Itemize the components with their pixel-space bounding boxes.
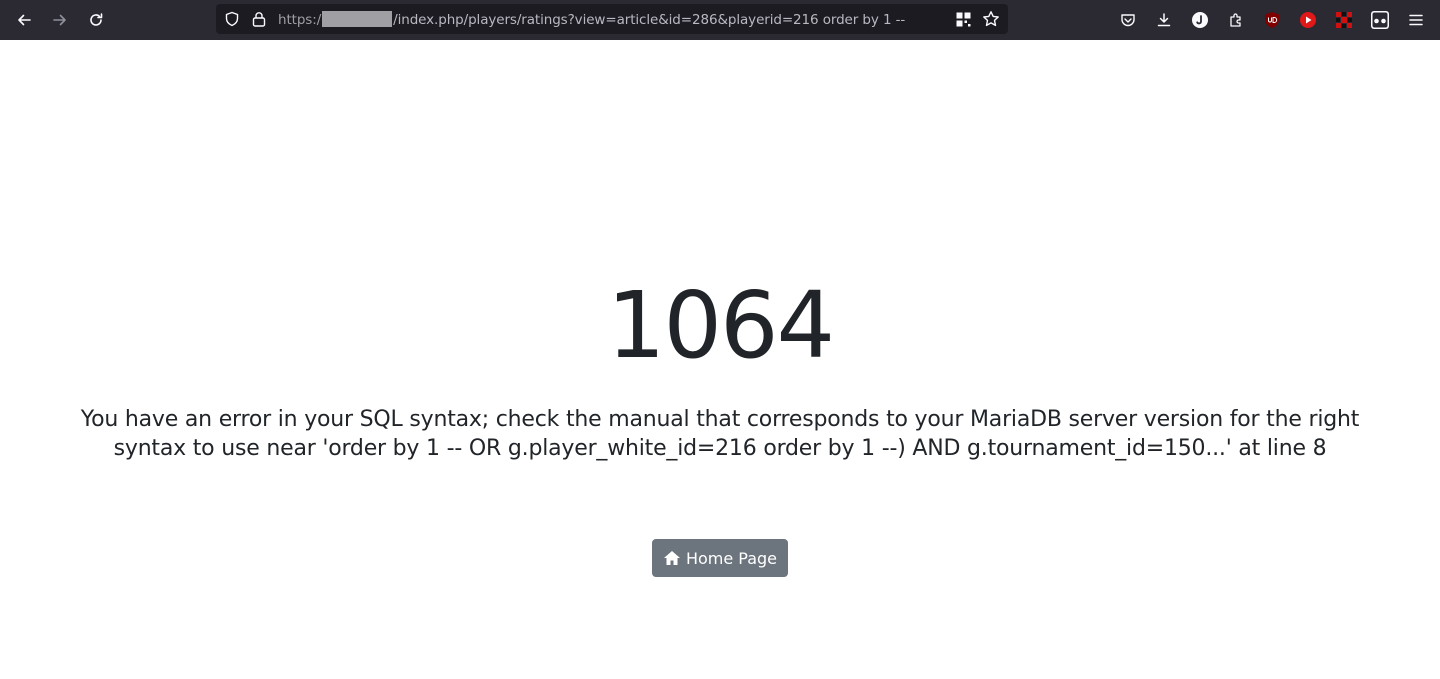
youtube-extension-button[interactable] xyxy=(1297,9,1319,31)
arrow-left-icon xyxy=(18,14,31,26)
ublock-shield-icon xyxy=(1265,12,1279,28)
reload-button[interactable] xyxy=(84,8,108,32)
qr-code-icon[interactable] xyxy=(956,12,971,27)
home-icon xyxy=(663,551,680,565)
youtube-icon xyxy=(1300,12,1316,28)
reload-icon xyxy=(90,13,103,26)
grid-extension-icon xyxy=(1336,12,1352,28)
puzzle-icon xyxy=(1230,13,1241,27)
lock-icon[interactable] xyxy=(252,11,266,27)
download-icon xyxy=(1157,13,1171,27)
url-redacted-host xyxy=(322,11,393,27)
pocket-button[interactable] xyxy=(1117,9,1139,31)
arrow-right-icon xyxy=(53,14,66,26)
downloads-button[interactable] xyxy=(1153,9,1175,31)
extensions-button[interactable] xyxy=(1225,9,1247,31)
url-path: /index.php/players/ratings?view=article&… xyxy=(393,12,906,28)
bookmark-star-icon[interactable] xyxy=(982,10,1000,28)
app-menu-button[interactable] xyxy=(1405,9,1427,31)
error-message: You have an error in your SQL syntax; ch… xyxy=(80,407,1360,461)
forward-button[interactable] xyxy=(48,8,72,32)
glasses-icon xyxy=(1371,11,1389,29)
hamburger-menu-icon xyxy=(1409,14,1423,26)
back-button[interactable] xyxy=(12,8,36,32)
error-code: 1064 xyxy=(606,272,835,379)
page-content: 1064 You have an error in your SQL synta… xyxy=(0,40,1440,679)
url-text[interactable]: https:/ /index.php/players/ratings?view=a… xyxy=(278,11,905,28)
ublock-button[interactable] xyxy=(1261,9,1283,31)
shield-icon[interactable] xyxy=(224,11,240,27)
pocket-icon xyxy=(1121,14,1135,27)
browser-toolbar: https:/ /index.php/players/ratings?view=a… xyxy=(0,0,1440,40)
url-bar[interactable]: https:/ /index.php/players/ratings?view=a… xyxy=(216,4,1008,34)
url-protocol: https:/ xyxy=(278,12,322,28)
home-page-button[interactable]: Home Page xyxy=(652,539,788,577)
grid-extension-button[interactable] xyxy=(1333,9,1355,31)
home-page-button-label: Home Page xyxy=(685,548,778,568)
glasses-extension-button[interactable] xyxy=(1369,9,1391,31)
account-avatar-icon xyxy=(1192,12,1208,28)
account-button[interactable] xyxy=(1189,9,1211,31)
